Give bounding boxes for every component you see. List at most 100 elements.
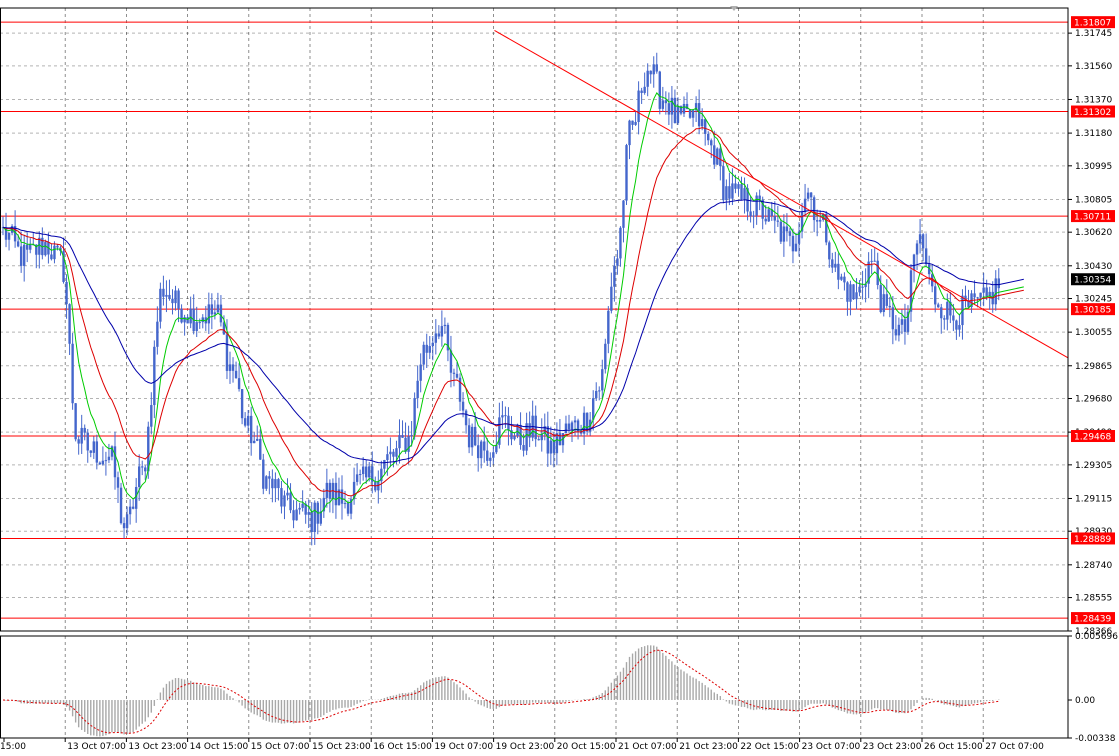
candle-body (286, 492, 289, 496)
x-tick-label: 21 Oct 23:00 (679, 742, 738, 752)
y-tick-label: 1.29865 (1075, 362, 1112, 372)
candle-body (470, 426, 474, 448)
candle-body (343, 503, 347, 505)
candle-body (764, 218, 767, 222)
candle-body (473, 426, 477, 446)
candle-body (831, 259, 834, 268)
candle-body (156, 321, 159, 347)
candle-body (803, 198, 807, 213)
candle-body (567, 423, 571, 430)
candle-body (946, 301, 949, 320)
candle-body (89, 450, 92, 453)
chart-frame (0, 6, 1069, 739)
price-chart[interactable]: 1.31745 1.31560 1.31370 1.31180 1.30995 1.308… (0, 0, 1119, 756)
candle-body (195, 322, 198, 331)
candle-body (259, 438, 262, 460)
candle-body (900, 319, 904, 325)
candle-body (434, 333, 438, 343)
candle-body (849, 284, 852, 302)
candle-body (162, 288, 165, 297)
price-level-label: 1.28889 (1074, 535, 1111, 545)
x-tick-label: 15 Oct 07:00 (251, 742, 310, 752)
candle-body (870, 260, 873, 262)
candle-body (670, 97, 674, 115)
y-tick-label: 1.31370 (1075, 95, 1112, 105)
candle-body (452, 372, 456, 374)
candle-body (26, 244, 29, 250)
candle-body (955, 320, 958, 330)
candle-body (667, 103, 671, 115)
candle-body (119, 487, 123, 524)
candle-body (828, 242, 831, 260)
candle-body (19, 246, 23, 266)
candle-body (903, 319, 907, 332)
candle-body (398, 435, 401, 449)
current-price-label: 1.30354 (1074, 276, 1111, 286)
candle-body (843, 276, 846, 283)
candle-body (138, 466, 141, 487)
candle-body (622, 200, 625, 228)
x-tick-label: 21 Oct 07:00 (618, 742, 677, 752)
candle-body (277, 479, 280, 489)
candle-body (467, 425, 471, 448)
candle-body (419, 364, 422, 381)
candle-body (773, 216, 777, 221)
candle-body (298, 507, 301, 510)
x-tick-label: 23 Oct 07:00 (802, 742, 861, 752)
candle-body (74, 403, 77, 440)
candle-body (346, 503, 350, 514)
candle-body (7, 232, 11, 240)
candle-body (150, 405, 153, 427)
x-tick-label: 20 Oct 15:00 (557, 742, 616, 752)
candle-body (776, 220, 780, 222)
y-tick-label: 1.30995 (1075, 162, 1112, 172)
candle-body (113, 446, 117, 478)
candle-body (719, 148, 722, 167)
price-level-label: 1.30185 (1074, 306, 1111, 316)
moving-average-line (2, 199, 1024, 464)
candle-body (365, 466, 368, 478)
candle-body (492, 452, 495, 458)
candle-body (401, 435, 404, 438)
candle-body (673, 97, 677, 124)
candle-body (891, 307, 895, 330)
candle-body (92, 441, 96, 453)
candle-body (292, 510, 295, 521)
candle-body (676, 105, 680, 124)
candle-body (812, 197, 816, 221)
candle-body (564, 423, 568, 434)
candle-body (888, 305, 892, 308)
price-level-label: 1.31302 (1074, 108, 1111, 118)
candle-body (80, 427, 83, 444)
candle-body (610, 286, 613, 311)
candle-body (507, 415, 510, 431)
candle-body (664, 100, 668, 104)
candle-body (661, 100, 665, 109)
candle-body (389, 451, 392, 455)
candle-body (16, 241, 20, 247)
candle-body (134, 486, 138, 509)
candle-body (646, 70, 649, 87)
candle-body (395, 448, 398, 457)
candle-body (894, 329, 898, 336)
candle-body (177, 290, 180, 309)
candle-body (198, 322, 201, 324)
candle-body (310, 512, 313, 532)
candle-body (425, 344, 428, 353)
candle-body (171, 298, 174, 304)
y-tick-label: 1.29305 (1075, 461, 1112, 471)
y-tick-label: 1.28555 (1075, 594, 1112, 604)
candle-body (725, 186, 728, 201)
y-tick-label: 1.31560 (1075, 62, 1112, 72)
candle-body (734, 183, 737, 189)
candle-body (313, 502, 316, 532)
x-tick-label: 19 Oct 07:00 (434, 742, 493, 752)
candle-body (392, 451, 395, 457)
candle-body (728, 186, 731, 199)
candle-body (809, 192, 813, 198)
candle-body (98, 462, 102, 465)
candle-body (601, 369, 604, 391)
candle-body (246, 415, 250, 426)
candle-body (791, 235, 795, 252)
candle-body (973, 293, 976, 298)
